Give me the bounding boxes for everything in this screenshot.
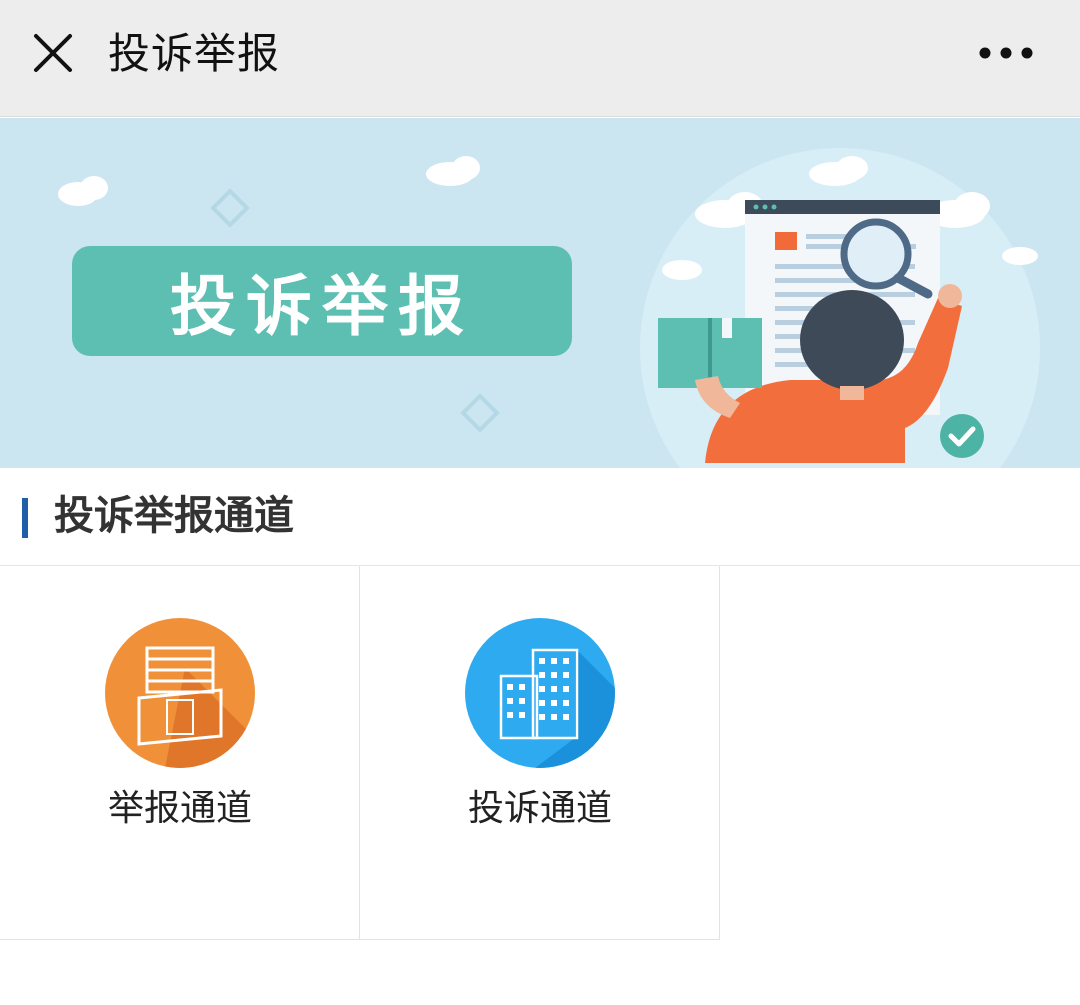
building-orange-icon xyxy=(105,618,255,768)
complaint-channel-label: 投诉通道 xyxy=(467,788,612,829)
banner-title-box: 投诉举报 xyxy=(72,246,572,356)
hero-banner: 投诉举报 xyxy=(0,118,1080,468)
more-dots-icon[interactable] xyxy=(978,40,1034,66)
top-nav-bar: 投诉举报 xyxy=(0,0,1080,117)
building-blue-icon xyxy=(465,618,615,768)
section-accent-bar xyxy=(22,498,28,538)
page-title: 投诉举报 xyxy=(108,29,281,78)
report-channel-label: 举报通道 xyxy=(107,788,252,829)
section-header: 投诉举报通道 xyxy=(0,468,1080,566)
section-title: 投诉举报通道 xyxy=(54,493,294,539)
report-channel-tile[interactable]: 举报通道 xyxy=(0,566,360,940)
banner-title: 投诉举报 xyxy=(170,268,474,345)
complaint-channel-tile[interactable]: 投诉通道 xyxy=(360,566,720,940)
close-icon[interactable] xyxy=(30,30,76,76)
channel-grid: 举报通道 投诉通道 xyxy=(0,566,1080,940)
